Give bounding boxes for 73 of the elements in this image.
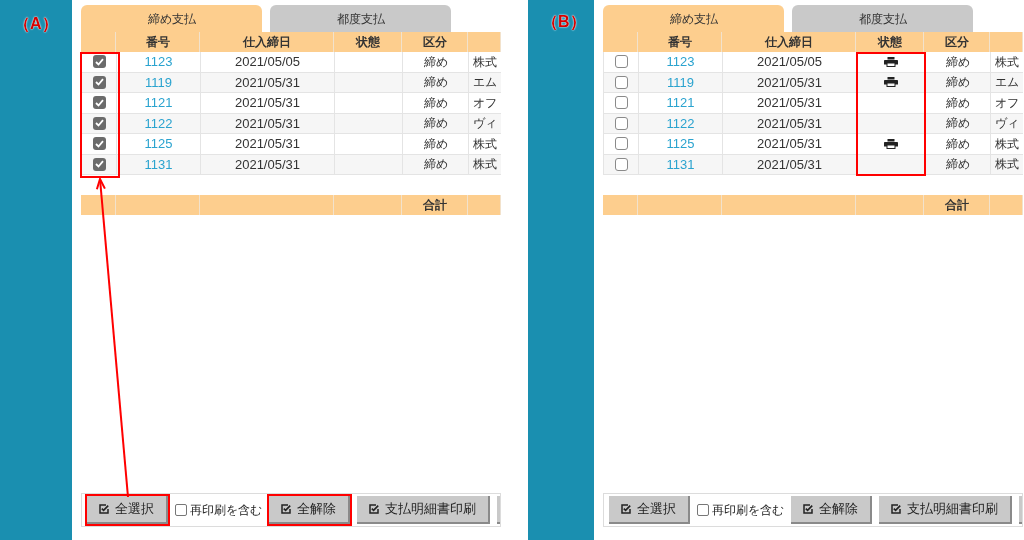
tab[interactable]: 都度支払 bbox=[792, 5, 973, 32]
table-cell-text: 締め bbox=[423, 53, 448, 71]
toolbar-button[interactable]: 全解除 bbox=[791, 496, 872, 524]
row-checkbox[interactable] bbox=[92, 137, 106, 151]
table-cell-text: 株式 bbox=[473, 53, 497, 71]
check-square-icon bbox=[621, 504, 631, 514]
panel-label: （B） bbox=[542, 13, 586, 30]
toolbar-button[interactable]: 全解除 bbox=[269, 496, 350, 524]
row-checkbox[interactable] bbox=[92, 55, 106, 69]
table-cell-text: 締め bbox=[423, 135, 448, 153]
toolbar-button[interactable]: 全選択 bbox=[87, 496, 168, 524]
checkbox-box[interactable] bbox=[175, 504, 187, 516]
table-cell-text: 株式 bbox=[473, 135, 497, 153]
table-cell-text: ヴィ bbox=[473, 115, 497, 133]
check-square-icon bbox=[281, 504, 291, 514]
table-cell-text: 締め bbox=[423, 94, 448, 112]
panel-label: （A） bbox=[14, 15, 58, 32]
column-header: 状態 bbox=[856, 32, 924, 52]
table-cell-text: 締め bbox=[945, 53, 970, 71]
tab[interactable]: 締め支払 bbox=[603, 5, 784, 32]
reprint-checkbox[interactable]: 再印刷を含む bbox=[695, 501, 786, 519]
row-checkbox[interactable] bbox=[92, 75, 106, 89]
table-cell-text: 2021/05/31 bbox=[234, 114, 301, 133]
row-checkbox[interactable] bbox=[92, 157, 106, 171]
table-cell-text: 2021/05/31 bbox=[756, 135, 823, 153]
table-cell-text: エム bbox=[995, 74, 1019, 92]
table-cell-text: 締め bbox=[945, 115, 970, 133]
checkbox-box[interactable] bbox=[697, 504, 709, 516]
toolbar-button[interactable]: 支払明細書印刷 bbox=[879, 496, 1012, 524]
row-checkbox[interactable] bbox=[614, 137, 628, 151]
table-cell-text: 2021/05/31 bbox=[756, 94, 823, 112]
row-checkbox[interactable] bbox=[614, 75, 628, 89]
table-cell-text: 2021/05/31 bbox=[756, 155, 823, 174]
table-cell-text: 株式 bbox=[473, 156, 497, 174]
table-cell-text: 2021/05/31 bbox=[756, 114, 823, 133]
table-cell-text: 2021/05/31 bbox=[234, 94, 301, 112]
table-cell-text: 株式 bbox=[995, 135, 1019, 153]
table-cell-text: オフ bbox=[995, 94, 1019, 112]
check-square-icon bbox=[369, 504, 379, 514]
check-square-icon bbox=[99, 504, 109, 514]
table-cell-text: 締め bbox=[945, 135, 970, 153]
total-label: 合計 bbox=[422, 197, 447, 214]
table-cell-text: 締め bbox=[423, 156, 448, 174]
table-cell-text: ヴィ bbox=[995, 115, 1019, 133]
row-checkbox[interactable] bbox=[614, 116, 628, 130]
table-cell-text: 締め bbox=[945, 156, 970, 174]
tab[interactable]: 締め支払 bbox=[81, 5, 262, 32]
table-cell-text: 2021/05/31 bbox=[756, 73, 823, 92]
table-cell-text: 2021/05/05 bbox=[756, 53, 823, 71]
table-cell-text: 2021/05/05 bbox=[234, 53, 301, 71]
tab[interactable]: 都度支払 bbox=[270, 5, 451, 32]
row-checkbox[interactable] bbox=[614, 157, 628, 171]
table-cell-text: 2021/05/31 bbox=[234, 155, 301, 174]
check-square-icon bbox=[803, 504, 813, 514]
table-cell-text: 締め bbox=[945, 74, 970, 92]
total-label: 合計 bbox=[944, 197, 969, 214]
table-cell-text: 株式 bbox=[995, 156, 1019, 174]
table-cell-text: 締め bbox=[945, 94, 970, 112]
table-cell-text: 締め bbox=[423, 74, 448, 92]
check-square-icon bbox=[891, 504, 901, 514]
table-cell-text: 締め bbox=[423, 115, 448, 133]
table-cell-text: 2021/05/31 bbox=[234, 135, 301, 153]
table-cell-text: オフ bbox=[473, 94, 497, 112]
table-cell-text: 2021/05/31 bbox=[234, 73, 301, 92]
row-checkbox[interactable] bbox=[92, 96, 106, 110]
row-checkbox[interactable] bbox=[614, 55, 628, 69]
row-checkbox[interactable] bbox=[92, 116, 106, 130]
table-cell-text: 株式 bbox=[995, 53, 1019, 71]
row-checkbox[interactable] bbox=[614, 96, 628, 110]
reprint-checkbox[interactable]: 再印刷を含む bbox=[173, 501, 264, 519]
table-cell-text: エム bbox=[473, 74, 497, 92]
toolbar-button[interactable]: 支払明細書印刷 bbox=[357, 496, 490, 524]
toolbar-button[interactable]: 全選択 bbox=[609, 496, 690, 524]
